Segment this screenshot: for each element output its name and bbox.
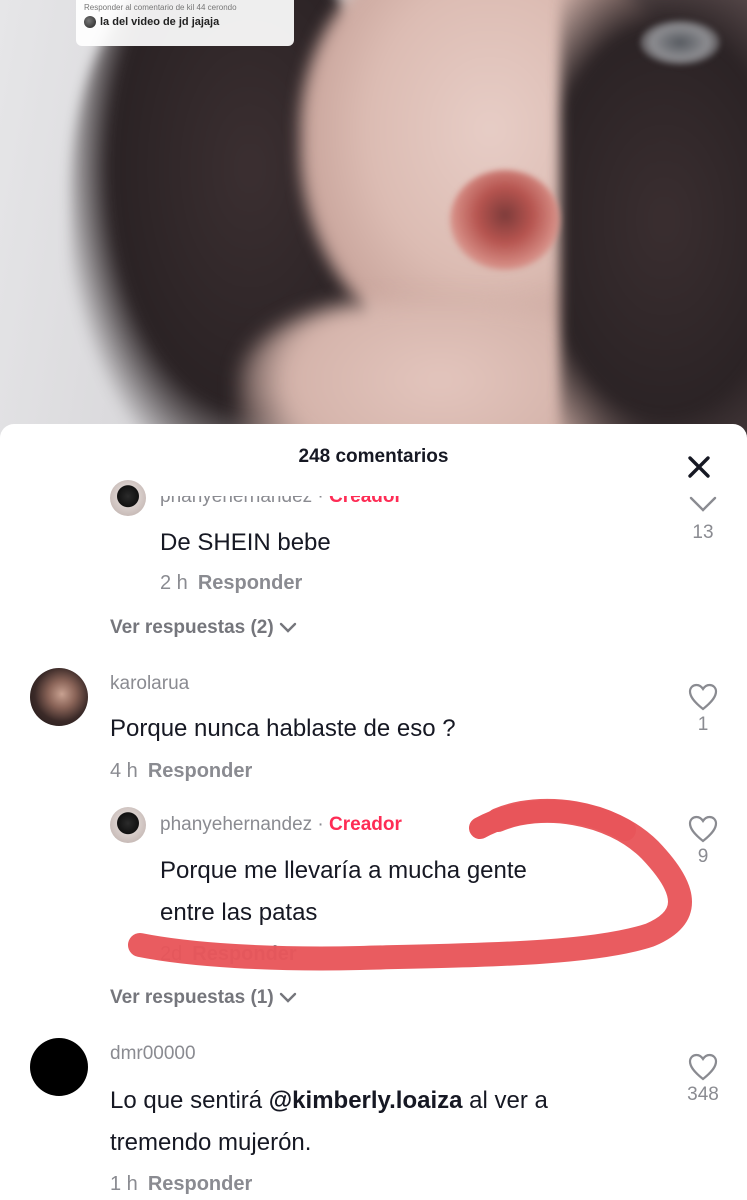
separator-dot: · [317,814,330,835]
reply-bubble-caption: Responder al comentario de kil 44 cerond… [84,3,237,12]
like-button[interactable]: 1 [673,682,733,736]
video-frame-lips [450,170,560,270]
comment-meta: 4 h Responder [110,760,252,783]
video-frame-eye [640,20,720,65]
like-count: 348 [687,1084,719,1105]
view-replies-label[interactable]: Ver respuestas (2) [110,617,274,639]
reply-comment-bubble: Responder al comentario de kil 44 cerond… [76,0,294,46]
like-button[interactable]: 348 [673,1052,733,1106]
chevron-down-icon [687,490,719,520]
mention-link[interactable]: @kimberly.loaiza [269,1087,463,1114]
like-button[interactable]: 9 [673,814,733,868]
comment-text: Porque nunca hablaste de eso ? [110,715,456,742]
video-frame-hair-right [560,0,747,440]
view-replies-button[interactable]: Ver respuestas (1) [110,987,298,1009]
comment-text: De SHEIN bebe [160,529,331,556]
comment-time: 2d [160,943,183,965]
username-text[interactable]: phanyehernandez [160,496,312,507]
view-replies-label[interactable]: Ver respuestas (1) [110,987,274,1009]
view-replies-button[interactable]: Ver respuestas (2) [110,617,298,639]
comment-username[interactable]: phanyehernandez · Creador [160,486,402,508]
comments-count-title: 248 comentarios [298,446,449,467]
comment-text-line-1: Lo que sentirá @kimberly.loaiza al ver a [110,1080,548,1122]
avatar[interactable] [110,480,146,516]
comment-time: 4 h [110,760,138,782]
reply-button[interactable]: Responder [148,760,252,782]
comment-time: 2 h [160,572,188,594]
reply-button[interactable]: Responder [192,943,296,965]
like-count: 13 [692,522,714,543]
comment-text-prefix: Lo que sentirá [110,1087,269,1114]
reply-button[interactable]: Responder [198,572,302,594]
comment-meta: 2d Responder [160,943,297,966]
username-text[interactable]: karolarua [110,673,189,694]
comment-username[interactable]: phanyehernandez · Creador [160,814,402,836]
creator-badge: Creador [329,486,402,507]
heart-icon [688,683,718,711]
creator-badge: Creador [329,814,402,835]
comment-meta: 1 h Responder [110,1173,252,1196]
chevron-down-icon [279,992,296,1003]
reply-bubble-text: la del video de jd jajaja [100,16,220,28]
close-icon[interactable] [684,452,714,482]
heart-icon [688,815,718,843]
comment-text-line-1: Porque me llevaría a mucha gente [160,857,527,884]
like-count: 9 [697,846,709,867]
like-button[interactable]: 13 [673,490,733,544]
reply-button[interactable]: Responder [148,1173,252,1195]
comment-username[interactable]: dmr00000 [110,1043,196,1065]
comment-time: 1 h [110,1173,138,1195]
separator-dot: · [317,486,330,507]
username-text[interactable]: phanyehernandez [160,814,312,835]
comment-text-line-2: tremendo mujerón. [110,1129,312,1156]
comments-sheet: 248 comentarios phanyehernandez · Creado… [0,424,747,1200]
avatar[interactable] [30,1038,88,1096]
chevron-down-icon [279,622,296,633]
heart-icon [688,1053,718,1081]
like-count: 1 [697,714,709,735]
username-text[interactable]: dmr00000 [110,1043,196,1064]
avatar[interactable] [30,668,88,726]
video-player[interactable]: Responder al comentario de kil 44 cerond… [0,0,747,440]
comment-text-line-2: entre las patas [160,899,318,926]
comment-meta: 2 h Responder [160,572,302,595]
comment-text-suffix: al ver a [462,1087,548,1114]
reply-bubble-avatar [84,16,96,28]
avatar[interactable] [110,807,146,843]
comment-username[interactable]: karolarua [110,673,189,695]
